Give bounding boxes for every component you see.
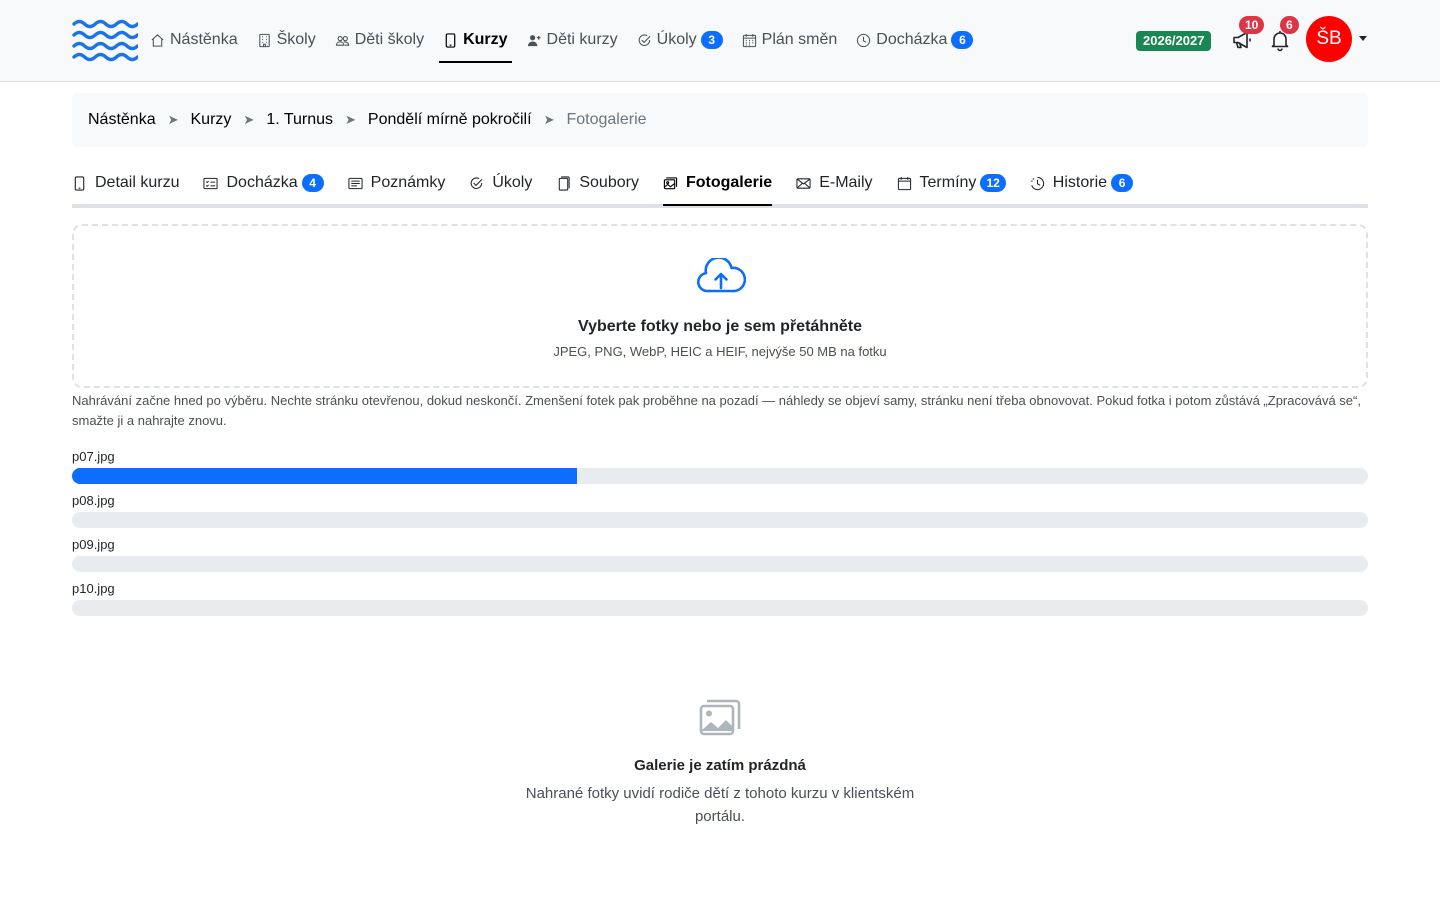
tab-soubory[interactable]: Soubory	[556, 162, 639, 204]
nav-item-deti-skoly[interactable]: Děti školy	[331, 18, 428, 62]
nav-item-label: Děti kurzy	[546, 31, 618, 48]
upload-item: p09.jpg	[72, 536, 1368, 580]
tab-badge: 4	[301, 174, 324, 192]
tab-label: Docházka	[226, 174, 298, 191]
nav-item-ukoly[interactable]: Úkoly 3	[633, 18, 727, 62]
breadcrumb-separator-icon: ➤	[543, 112, 555, 127]
tab-badge: 12	[980, 174, 1006, 192]
upload-list: p07.jpg p08.jpg p09.jpg p10.jpg	[72, 448, 1368, 624]
tab-dochazka[interactable]: Docházka 4	[203, 162, 324, 204]
empty-gallery-title: Galerie je zatím prázdná	[634, 757, 806, 774]
images-icon	[699, 699, 741, 736]
building-icon	[257, 33, 272, 48]
upload-progress-bar	[72, 512, 1368, 528]
tab-terminy[interactable]: Termíny 12	[897, 162, 1006, 204]
breadcrumb-item-course[interactable]: Pondělí mírně pokročilí	[368, 111, 532, 129]
tab-label: Soubory	[579, 174, 639, 191]
upload-progress-bar	[72, 556, 1368, 572]
upload-item: p08.jpg	[72, 492, 1368, 536]
school-year-badge[interactable]: 2026/2027	[1136, 31, 1212, 51]
upload-progress-fill	[72, 468, 578, 484]
nav-item-label: Školy	[276, 31, 316, 48]
attendance-count-badge: 6	[951, 31, 974, 49]
nav-item-kurzy[interactable]: Kurzy	[439, 18, 512, 63]
nav-item-nastenka[interactable]: Nástěnka	[146, 18, 242, 62]
dropzone-title: Vyberte fotky nebo je sem přetáhněte	[578, 318, 862, 335]
tab-label: Historie	[1052, 174, 1108, 191]
empty-gallery-state: Galerie je zatím prázdná Nahrané fotky u…	[0, 698, 1440, 828]
tab-label: Detail kurzu	[95, 174, 180, 191]
user-menu-caret-icon[interactable]	[1359, 36, 1367, 41]
upload-file-name: p07.jpg	[72, 449, 115, 464]
nav-item-deti-kurzy[interactable]: Děti kurzy	[523, 18, 622, 62]
upload-file-name: p09.jpg	[72, 537, 115, 552]
tab-badge: 6	[1111, 174, 1134, 192]
breadcrumb-separator-icon: ➤	[167, 112, 179, 127]
top-navbar: Nástěnka Školy Děti školy Kurzy Děti kur…	[0, 0, 1440, 82]
tablet-icon	[72, 175, 87, 191]
course-tabs: Detail kurzu Docházka 4 Poznámky Úkoly S…	[72, 162, 1368, 208]
breadcrumb-item-nastenka[interactable]: Nástěnka	[88, 111, 156, 129]
breadcrumb-separator-icon: ➤	[345, 112, 356, 127]
announcements-count-badge: 10	[1239, 16, 1265, 34]
person-plus-icon	[527, 33, 542, 48]
upload-file-name: p10.jpg	[72, 581, 115, 596]
tab-poznamky[interactable]: Poznámky	[348, 162, 446, 204]
empty-gallery-text: Nahrané fotky uvidí rodiče dětí z tohoto…	[525, 785, 915, 825]
waves-logo-icon[interactable]	[72, 19, 138, 65]
nav-item-label: Plán směn	[761, 31, 838, 48]
check-circle-icon	[637, 33, 652, 48]
calendar-icon	[897, 176, 912, 191]
breadcrumb: Nástěnka ➤ Kurzy ➤ 1. Turnus ➤ Pondělí m…	[72, 93, 1368, 147]
upload-note: Nahrávání začne hned po výběru. Nechte s…	[72, 393, 1361, 428]
tab-detail-kurzu[interactable]: Detail kurzu	[72, 162, 179, 204]
envelope-icon	[796, 176, 811, 191]
breadcrumb-item-turnus[interactable]: 1. Turnus	[266, 111, 333, 129]
tab-historie[interactable]: Historie 6	[1030, 162, 1134, 204]
people-icon	[335, 33, 350, 48]
breadcrumb-item-kurzy[interactable]: Kurzy	[191, 111, 232, 129]
tab-label: E-Maily	[819, 174, 873, 191]
nav-item-label: Úkoly	[656, 31, 697, 48]
nav-item-label: Kurzy	[463, 31, 508, 48]
tab-label: Úkoly	[492, 174, 533, 191]
nav-item-label: Nástěnka	[170, 31, 238, 48]
calendar-grid-icon	[742, 33, 757, 48]
clock-history-icon	[1030, 176, 1045, 191]
user-avatar[interactable]: ŠB	[1306, 16, 1352, 62]
tab-label: Poznámky	[370, 174, 446, 191]
images-icon	[663, 176, 678, 191]
breadcrumb-item-current: Fotogalerie	[566, 111, 647, 128]
cloud-upload-icon	[697, 258, 746, 293]
card-checklist-icon	[203, 176, 219, 191]
nav-item-dochazka[interactable]: Docházka 6	[852, 18, 977, 62]
nav-item-label: Děti školy	[354, 31, 425, 48]
tab-label: Fotogalerie	[685, 174, 773, 191]
nav-item-label: Docházka	[876, 31, 948, 48]
upload-item: p10.jpg	[72, 580, 1368, 624]
breadcrumb-separator-icon: ➤	[243, 112, 255, 127]
dropzone-subtitle: JPEG, PNG, WebP, HEIC a HEIF, nejvýše 50…	[553, 344, 887, 359]
clock-icon	[856, 33, 871, 48]
upload-progress-bar	[72, 468, 1368, 484]
check-circle-icon	[469, 176, 484, 191]
upload-progress-bar	[72, 600, 1368, 616]
upload-file-name: p08.jpg	[72, 493, 115, 508]
notifications-count-badge: 6	[1280, 16, 1299, 34]
upload-item: p07.jpg	[72, 448, 1368, 492]
tab-ukoly[interactable]: Úkoly	[469, 162, 532, 204]
photo-upload-dropzone[interactable]: Vyberte fotky nebo je sem přetáhněte JPE…	[72, 224, 1368, 388]
nav-item-skoly[interactable]: Školy	[253, 18, 320, 62]
main-nav: Nástěnka Školy Děti školy Kurzy Děti kur…	[146, 18, 988, 63]
tablet-icon	[443, 32, 458, 48]
files-icon	[556, 175, 571, 191]
tasks-count-badge: 3	[700, 31, 723, 49]
nav-item-plan-smen[interactable]: Plán směn	[738, 18, 842, 62]
tab-label: Termíny	[919, 174, 977, 191]
tab-fotogalerie[interactable]: Fotogalerie	[662, 162, 773, 206]
home-icon	[150, 33, 165, 48]
tab-e-maily[interactable]: E-Maily	[796, 162, 873, 204]
card-text-icon	[348, 176, 363, 191]
